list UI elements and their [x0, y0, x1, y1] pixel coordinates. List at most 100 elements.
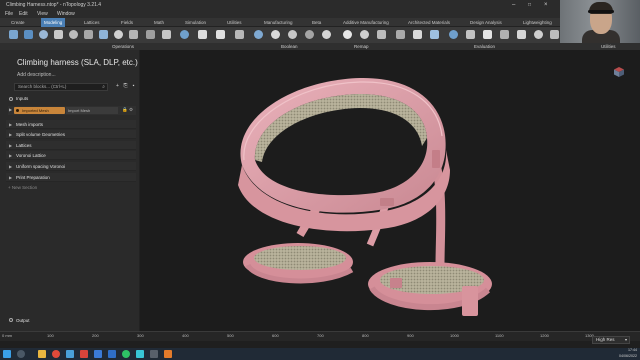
maximize-button[interactable]: □	[528, 0, 531, 10]
boolean-blend-icon[interactable]	[322, 30, 331, 39]
view-cube-icon[interactable]	[613, 66, 625, 78]
lock-icon[interactable]: 🔒	[122, 107, 128, 113]
start-icon[interactable]	[3, 350, 11, 358]
menu-window[interactable]: Window	[57, 10, 75, 18]
section-label: Split volume Geometries	[16, 132, 66, 137]
group-utilities-label[interactable]: Utilities	[601, 43, 616, 50]
thicken-icon[interactable]	[84, 30, 93, 39]
search-icon[interactable]	[17, 350, 25, 358]
utility-label-icon[interactable]	[550, 30, 559, 39]
group-operations-label[interactable]: Operations	[112, 43, 134, 50]
measure-icon[interactable]	[396, 30, 405, 39]
gear-icon[interactable]: ⚙	[129, 107, 133, 113]
cylinder-icon[interactable]	[54, 30, 63, 39]
app-icon[interactable]	[80, 350, 88, 358]
notebook-menu-icon[interactable]: ▪	[130, 83, 137, 90]
chevron-right-icon: ▶	[9, 175, 13, 180]
word-icon[interactable]	[108, 350, 116, 358]
output-header[interactable]: Output	[6, 316, 136, 325]
grid-array-icon[interactable]	[198, 30, 207, 39]
boolean-union-icon[interactable]	[254, 30, 263, 39]
imported-mesh-block[interactable]: ▶ Imported Mesh Import Mesh 🔒 ⚙	[8, 106, 136, 115]
inputs-header[interactable]: Inputs	[6, 95, 136, 103]
tab-fields[interactable]: Fields	[121, 18, 133, 27]
boolean-intersect-icon[interactable]	[288, 30, 297, 39]
app-icon[interactable]	[94, 350, 102, 358]
tab-utilities[interactable]: Utilities	[227, 18, 242, 27]
new-section-button[interactable]: + New Section	[8, 185, 37, 190]
group-remap-label[interactable]: Remap	[354, 43, 369, 50]
menu-edit[interactable]: Edit	[19, 10, 28, 18]
imported-mesh-tag[interactable]: Imported Mesh	[14, 107, 65, 114]
section-label: Print Preparation	[16, 175, 50, 180]
system-clock[interactable]: 17:44 04/06/2022	[617, 348, 637, 359]
section-uniform-spacing-voronoi[interactable]: ▶ Uniform spacing Voronoi	[6, 162, 136, 171]
tab-manufacturing[interactable]: Manufacturing	[264, 18, 293, 27]
boolean-smooth-icon[interactable]	[305, 30, 314, 39]
evaluation-area-icon[interactable]	[466, 30, 475, 39]
evaluation-volume-icon[interactable]	[483, 30, 492, 39]
cube-solid-icon[interactable]	[24, 30, 33, 39]
app-icon[interactable]	[164, 350, 172, 358]
fillet-icon[interactable]	[129, 30, 138, 39]
tab-architected-materials[interactable]: Architected Materials	[408, 18, 450, 27]
tab-lattices[interactable]: Lattices	[84, 18, 100, 27]
scale-icon[interactable]	[162, 30, 171, 39]
group-evaluation-label[interactable]: Evaluation	[474, 43, 495, 50]
evaluate-icon[interactable]	[413, 30, 422, 39]
add-block-icon[interactable]: +	[114, 83, 121, 90]
tab-create[interactable]: Create	[11, 18, 25, 27]
group-boolean-label[interactable]: Boolean	[281, 43, 298, 50]
import-mesh-field[interactable]: Import Mesh	[66, 107, 118, 114]
chrome-icon[interactable]	[52, 350, 60, 358]
offset-icon[interactable]	[99, 30, 108, 39]
remap-icon[interactable]	[343, 30, 352, 39]
ruler-tick: 900	[407, 333, 414, 338]
section-icon[interactable]	[430, 30, 439, 39]
ntopology-icon[interactable]	[136, 350, 144, 358]
utility-teapot-icon[interactable]	[534, 30, 543, 39]
export-icon[interactable]: ⎘	[122, 83, 129, 90]
tab-lightweighting[interactable]: Lightweighting	[523, 18, 552, 27]
section-print-preparation[interactable]: ▶ Print Preparation	[6, 173, 136, 182]
rotate-icon[interactable]	[180, 30, 189, 39]
tab-math[interactable]: Math	[154, 18, 164, 27]
3d-viewport[interactable]	[140, 50, 640, 331]
tab-modeling[interactable]: Modeling	[41, 18, 66, 27]
evaluation-sphere-icon[interactable]	[449, 30, 458, 39]
remap-warp-icon[interactable]	[360, 30, 369, 39]
evaluation-bounds-icon[interactable]	[500, 30, 509, 39]
remap-field-icon[interactable]	[377, 30, 386, 39]
close-button[interactable]: ×	[544, 0, 548, 10]
app-icon[interactable]	[150, 350, 158, 358]
section-mesh-imports[interactable]: ▶ Mesh imports	[6, 120, 136, 129]
section-split-volume-geometries[interactable]: ▶ Split volume Geometries	[6, 130, 136, 139]
folder-icon[interactable]	[38, 350, 46, 358]
block-search-input[interactable]: Search blocks... (Ctrl+L) ⌕	[14, 83, 108, 91]
pattern-icon[interactable]	[235, 30, 244, 39]
sphere-icon[interactable]	[39, 30, 48, 39]
cube-wire-icon[interactable]	[9, 30, 18, 39]
section-voronoi-lattice[interactable]: ▶ Voronoi Lattice	[6, 151, 136, 160]
tab-additive-manufacturing[interactable]: Additive Manufacturing	[343, 18, 389, 27]
window-title: Climbing Harness.ntop* - nTopology 3.21.…	[6, 2, 102, 8]
boolean-subtract-icon[interactable]	[271, 30, 280, 39]
evaluation-grid-icon[interactable]	[517, 30, 526, 39]
menu-view[interactable]: View	[37, 10, 48, 18]
transform-icon[interactable]	[146, 30, 155, 39]
tab-design-analysis[interactable]: Design Analysis	[470, 18, 502, 27]
tab-beta[interactable]: Beta	[312, 18, 321, 27]
tab-simulation[interactable]: Simulation	[185, 18, 206, 27]
app-icon[interactable]	[66, 350, 74, 358]
render-quality-select[interactable]: High Res ▾	[592, 336, 630, 344]
mirror-icon[interactable]	[216, 30, 225, 39]
notebook-description[interactable]: Add description...	[17, 72, 56, 78]
shell-icon[interactable]	[69, 30, 78, 39]
minimize-button[interactable]: –	[512, 0, 515, 10]
menu-file[interactable]: File	[5, 10, 13, 18]
smooth-icon[interactable]	[114, 30, 123, 39]
section-lattices[interactable]: ▶ Lattices	[6, 141, 136, 150]
whatsapp-icon[interactable]	[122, 350, 130, 358]
expand-arrow-icon[interactable]: ▶	[9, 107, 12, 112]
notebook-title[interactable]: Climbing harness (SLA, DLP, etc.)	[17, 58, 138, 67]
